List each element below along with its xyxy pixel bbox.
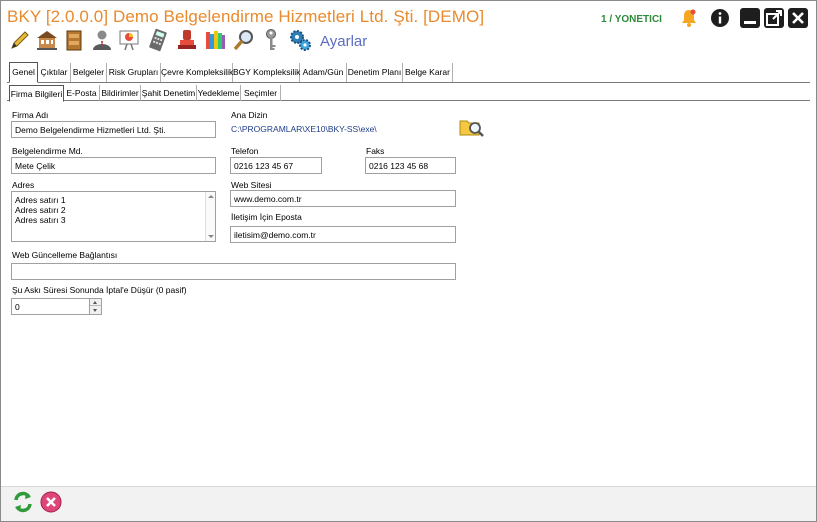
aski-suresi-spinner[interactable]: 0: [11, 298, 102, 315]
ana-dizin-label: Ana Dizin: [231, 110, 268, 120]
iletisim-eposta-label: İletişim İçin Eposta: [231, 212, 302, 222]
refresh-button[interactable]: [12, 491, 34, 513]
tab-belgeler[interactable]: Belgeler: [71, 63, 107, 82]
tab-cevre-kompleksilik[interactable]: Çevre Kompleksilik: [161, 63, 233, 82]
tab-sahit-denetim[interactable]: Şahit Denetim: [141, 85, 197, 101]
close-button[interactable]: [788, 8, 808, 28]
adres-line: Adres satırı 1: [15, 195, 66, 205]
person-icon[interactable]: [90, 28, 114, 52]
aski-suresi-value: 0: [15, 302, 20, 312]
magnifier-icon[interactable]: [232, 28, 256, 52]
tab-risk-gruplari[interactable]: Risk Grupları: [107, 63, 161, 82]
user-indicator: 1 / YONETICI: [601, 14, 662, 25]
telefon-label: Telefon: [231, 146, 259, 156]
tab-bildirimler[interactable]: Bildirimler: [100, 85, 141, 101]
web-guncelleme-label: Web Güncelleme Bağlantısı: [12, 250, 118, 260]
sub-tab-bar: Firma Bilgileri E-Posta Bildirimler Şahi…: [7, 85, 810, 102]
arrow-up-icon: [93, 301, 97, 304]
adres-scrollbar[interactable]: [205, 192, 215, 241]
cabinet-icon[interactable]: [62, 28, 86, 52]
popout-button[interactable]: [764, 8, 784, 28]
telefon-field[interactable]: 0216 123 45 67: [230, 157, 322, 174]
firma-adi-field[interactable]: Demo Belgelendirme Hizmetleri Ltd. Şti.: [11, 121, 216, 138]
spinner-buttons: [89, 299, 101, 314]
pen-icon[interactable]: [8, 28, 32, 52]
scroll-up-icon[interactable]: [208, 195, 214, 198]
spin-up-button[interactable]: [90, 299, 101, 306]
books-icon[interactable]: [203, 28, 227, 52]
tab-denetim-plani[interactable]: Denetim Planı: [347, 63, 403, 82]
web-sitesi-label: Web Sitesi: [231, 180, 272, 190]
adres-line: Adres satırı 3: [15, 215, 66, 225]
web-sitesi-field[interactable]: www.demo.com.tr: [230, 190, 456, 207]
cancel-button[interactable]: [40, 491, 62, 513]
firma-adi-label: Firma Adı: [12, 110, 49, 120]
tab-belge-karar[interactable]: Belge Karar: [403, 63, 453, 82]
faks-label: Faks: [366, 146, 385, 156]
tab-e-posta[interactable]: E-Posta: [64, 85, 100, 101]
folder-search-icon[interactable]: [459, 115, 485, 139]
refresh-icon: [14, 491, 32, 513]
spin-down-button[interactable]: [90, 307, 101, 314]
belgelendirme-md-field[interactable]: Mete Çelik: [11, 157, 216, 174]
tab-ciktilar[interactable]: Çıktılar: [38, 63, 71, 82]
minimize-button[interactable]: [740, 8, 760, 28]
main-tab-bar: Genel Çıktılar Belgeler Risk Grupları Çe…: [7, 62, 810, 83]
footer-bar: [1, 486, 816, 521]
tab-adam-gun[interactable]: Adam/Gün: [300, 63, 347, 82]
belgelendirme-md-label: Belgelendirme Md.: [12, 146, 83, 156]
tab-yedekleme[interactable]: Yedekleme: [197, 85, 241, 101]
stamp-icon[interactable]: [175, 28, 199, 52]
iletisim-eposta-field[interactable]: iletisim@demo.com.tr: [230, 226, 456, 243]
external-window-icon: [766, 10, 782, 26]
adres-label: Adres: [12, 180, 35, 190]
window-title: BKY [2.0.0.0] Demo Belgelendirme Hizmetl…: [7, 7, 485, 26]
key-icon[interactable]: [259, 28, 283, 52]
tab-secimler[interactable]: Seçimler: [241, 85, 281, 101]
bell-icon[interactable]: [680, 8, 698, 28]
scroll-down-icon[interactable]: [208, 235, 214, 238]
settings-label[interactable]: Ayarlar: [320, 33, 367, 50]
cancel-icon: [40, 491, 62, 513]
close-icon: [792, 12, 804, 24]
ana-dizin-value: C:\PROGRAMLAR\XE10\BKY-SS\exe\: [231, 124, 377, 134]
adres-line: Adres satırı 2: [15, 205, 66, 215]
minimize-icon: [744, 21, 756, 24]
building-icon[interactable]: [35, 28, 59, 52]
info-icon[interactable]: [710, 8, 730, 28]
gears-icon[interactable]: [288, 28, 312, 52]
arrow-down-icon: [93, 309, 97, 312]
adres-field[interactable]: Adres satırı 1 Adres satırı 2 Adres satı…: [11, 191, 216, 242]
tab-bgy-kompleksilik[interactable]: BGY Kompleksilik: [233, 63, 300, 82]
presentation-icon[interactable]: [117, 28, 141, 52]
web-guncelleme-field[interactable]: [11, 263, 456, 280]
aski-suresi-label: Şu Askı Süresi Sonunda İptal'e Düşür (0 …: [12, 285, 187, 295]
tab-firma-bilgileri[interactable]: Firma Bilgileri: [9, 85, 64, 102]
calculator-icon[interactable]: [146, 28, 170, 52]
faks-field[interactable]: 0216 123 45 68: [365, 157, 456, 174]
tab-genel[interactable]: Genel: [9, 62, 38, 83]
